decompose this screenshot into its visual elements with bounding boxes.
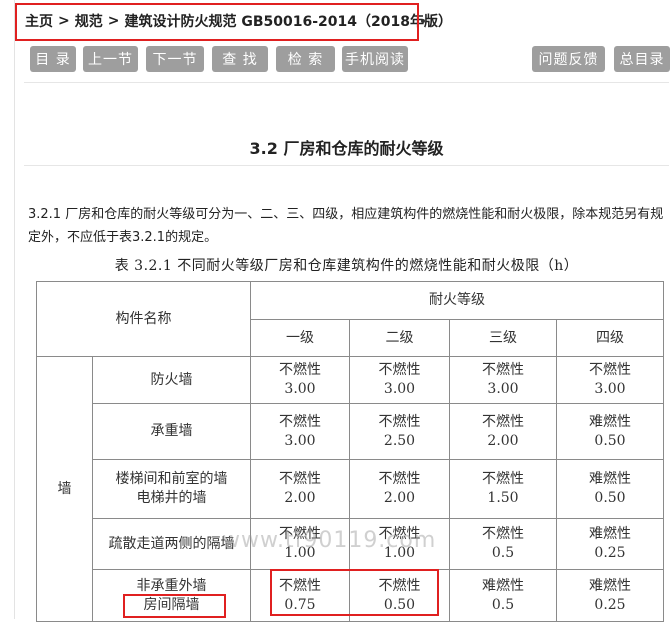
master-toc-button[interactable]: 总目录 bbox=[614, 46, 670, 72]
value-cell: 不燃性 3.00 bbox=[250, 403, 350, 460]
mobile-read-button[interactable]: 手机阅读 bbox=[342, 46, 408, 72]
value-cell: 不燃性 2.00 bbox=[250, 459, 350, 519]
value-cell: 不燃性 3.00 bbox=[449, 356, 557, 404]
component-name-cell: 承重墙 bbox=[92, 403, 251, 460]
value-cell: 难燃性 0.25 bbox=[556, 569, 664, 622]
component-name-header: 构件名称 bbox=[36, 281, 251, 357]
wall-group-cell: 墙 bbox=[36, 356, 93, 622]
value-cell: 不燃性 1.00 bbox=[250, 518, 350, 570]
table-row: 墙 防火墙 不燃性 3.00 不燃性 3.00 不燃性 3.00 不燃性 3.00 bbox=[36, 356, 664, 622]
value-cell: 难燃性 0.50 bbox=[556, 459, 664, 519]
feedback-button[interactable]: 问题反馈 bbox=[532, 46, 605, 72]
component-name-cell: 防火墙 bbox=[92, 356, 251, 404]
next-section-button[interactable]: 下一节 bbox=[146, 46, 204, 72]
page-left-border bbox=[14, 0, 15, 619]
find-button[interactable]: 查 找 bbox=[212, 46, 268, 72]
value-cell: 不燃性 1.50 bbox=[449, 459, 557, 519]
section-title: 3.2 厂房和仓库的耐火等级 bbox=[249, 139, 444, 158]
value-cells-highlight-box bbox=[270, 569, 439, 616]
value-cell: 不燃性 2.00 bbox=[449, 403, 557, 460]
table-row: 承重墙 不燃性 3.00 不燃性 2.50 不燃性 2.00 难燃性 0.50 bbox=[37, 403, 664, 460]
value-cell: 不燃性 0.5 bbox=[449, 518, 557, 570]
breadcrumb-highlight-box bbox=[15, 3, 419, 41]
value-cell: 难燃性 0.25 bbox=[556, 518, 664, 570]
value-cell: 难燃性 0.5 bbox=[449, 569, 557, 622]
grade-header: 二级 bbox=[349, 319, 450, 357]
grade-header: 四级 bbox=[556, 319, 664, 357]
value-cell: 不燃性 1.00 bbox=[349, 518, 450, 570]
grade-header: 一级 bbox=[250, 319, 350, 357]
value-cell: 不燃性 2.50 bbox=[349, 403, 450, 460]
fire-rating-header: 耐火等级 bbox=[250, 281, 664, 320]
value-cell: 不燃性 3.00 bbox=[250, 356, 350, 404]
component-name-cell: 疏散走道两侧的隔墙 bbox=[92, 518, 251, 570]
toc-button[interactable]: 目 录 bbox=[30, 46, 76, 72]
value-cell: 不燃性 3.00 bbox=[556, 356, 664, 404]
table-row: 疏散走道两侧的隔墙 不燃性 1.00 不燃性 1.00 不燃性 0.5 难燃性 0.25 bbox=[37, 518, 664, 570]
breadcrumb-trailing-dot bbox=[421, 19, 425, 23]
value-cell: 不燃性 3.00 bbox=[349, 356, 450, 404]
value-cell: 不燃性 2.00 bbox=[349, 459, 450, 519]
search-button[interactable]: 检 索 bbox=[276, 46, 335, 72]
toolbar-divider bbox=[24, 82, 669, 83]
clause-paragraph: 3.2.1 厂房和仓库的耐火等级可分为一、二、三、四级，相应建筑构件的燃烧性能和… bbox=[28, 207, 664, 245]
prev-section-button[interactable]: 上一节 bbox=[83, 46, 138, 72]
table-caption: 表 3.2.1 不同耐火等级厂房和仓库建筑构件的燃烧性能和耐火极限（h） bbox=[114, 258, 579, 274]
component-name-cell: 楼梯间和前室的墙 电梯井的墙 bbox=[92, 459, 251, 519]
grade-header: 三级 bbox=[449, 319, 557, 357]
title-divider bbox=[24, 165, 669, 166]
partition-wall-highlight-box bbox=[123, 594, 226, 618]
value-cell: 难燃性 0.50 bbox=[556, 403, 664, 460]
table-row: 楼梯间和前室的墙 电梯井的墙 不燃性 2.00 不燃性 2.00 不燃性 1.50 难燃… bbox=[37, 459, 664, 519]
